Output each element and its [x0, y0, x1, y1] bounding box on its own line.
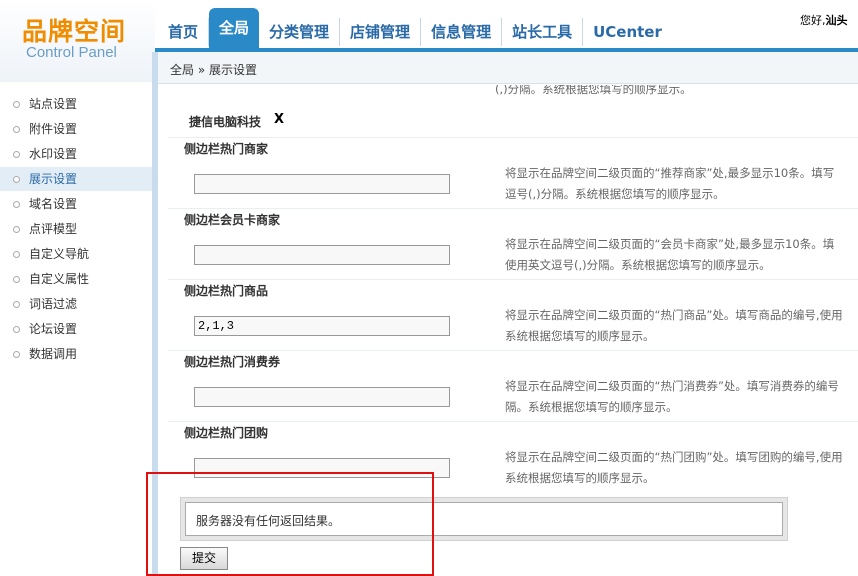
help-line: 将显示在品牌空间二级页面的“热门消费券”处。填写消费券的编号	[505, 379, 839, 393]
field-label: 侧边栏热门团购	[184, 426, 269, 440]
sidebar-item-label: 附件设置	[29, 122, 78, 136]
sidebar-item-review-model[interactable]: 点评模型	[0, 217, 152, 241]
sidebar-item-label: 论坛设置	[29, 322, 78, 336]
help-text: 将显示在品牌空间二级页面的“推荐商家”处,最多显示10条。填写 逗号(,)分隔。系…	[505, 163, 858, 205]
field-label: 侧边栏热门商家	[184, 142, 269, 156]
setting-row: 侧边栏会员卡商家 将显示在品牌空间二级页面的“会员卡商家”处,最多显示10条。填…	[168, 208, 858, 279]
sidebar-item-label: 站点设置	[29, 97, 78, 111]
sidebar-item-data-call[interactable]: 数据调用	[0, 342, 152, 366]
setting-row: 侧边栏热门团购 将显示在品牌空间二级页面的“热门团购”处。填写团购的编号,使用系…	[168, 421, 858, 492]
help-line: 将显示在品牌空间二级页面的“热门商品”处。填写商品的编号,使用	[505, 308, 843, 322]
header: 品牌空间 Control Panel 首页 全局 分类管理 店铺管理 信息管理 …	[0, 0, 858, 82]
submit-button[interactable]: 提交	[180, 547, 228, 570]
sidebar-item-attachment-settings[interactable]: 附件设置	[0, 117, 152, 141]
logo-subtitle: Control Panel	[26, 44, 117, 61]
setting-row: 侧边栏热门商家 将显示在品牌空间二级页面的“推荐商家”处,最多显示10条。填写逗…	[168, 137, 858, 208]
help-line: 系统根据您填写的顺序显示。	[505, 471, 655, 485]
sidebar-item-label: 自定义属性	[29, 272, 90, 286]
hot-coupons-input[interactable]	[194, 387, 450, 407]
help-line: 将显示在品牌空间二级页面的“推荐商家”处,最多显示10条。填写	[505, 166, 835, 180]
main-content: (,)分隔。系统根据您填写的顺序显示。 捷信电脑科技 X 侧边栏热门商家 将显示…	[158, 85, 858, 576]
logo-title: 品牌空间	[22, 17, 127, 46]
sidebar-item-site-settings[interactable]: 站点设置	[0, 92, 152, 116]
sidebar-item-watermark-settings[interactable]: 水印设置	[0, 142, 152, 166]
user-greeting: 您好,汕头	[800, 12, 848, 28]
sidebar-item-label: 展示设置	[29, 172, 78, 186]
top-nav: 首页 全局 分类管理 店铺管理 信息管理 站长工具 UCenter	[158, 8, 672, 48]
setting-row: 侧边栏热门商品 2,1,3 将显示在品牌空间二级页面的“热门商品”处。填写商品的…	[168, 279, 858, 350]
sidebar: 站点设置 附件设置 水印设置 展示设置 域名设置 点评模型 自定义导航 自定义属…	[0, 82, 152, 576]
help-line: 隔。系统根据您填写的顺序显示。	[505, 400, 678, 414]
breadcrumb: 全局 » 展示设置	[170, 63, 257, 77]
hot-merchants-input[interactable]	[194, 174, 450, 194]
bullet-icon	[13, 176, 20, 183]
hot-group-buy-input[interactable]	[194, 458, 450, 478]
help-line: 系统根据您填写的顺序显示。	[505, 329, 655, 343]
help-text-fragment: (,)分隔。系统根据您填写的顺序显示。	[495, 85, 692, 96]
sidebar-item-custom-attributes[interactable]: 自定义属性	[0, 267, 152, 291]
sidebar-item-word-filter[interactable]: 词语过滤	[0, 292, 152, 316]
result-panel: 服务器没有任何返回结果。	[180, 497, 788, 541]
selected-shop-tag: 捷信电脑科技	[189, 115, 262, 129]
sidebar-item-label: 数据调用	[29, 347, 78, 361]
help-text: 将显示在品牌空间二级页面的“热门团购”处。填写团购的编号,使用 系统根据您填写的顺…	[505, 447, 858, 489]
bullet-icon	[13, 301, 20, 308]
bullet-icon	[13, 226, 20, 233]
nav-ucenter[interactable]: UCenter	[583, 18, 672, 46]
help-text: 将显示在品牌空间二级页面的“会员卡商家”处,最多显示10条。填 使用英文逗号(,)…	[505, 234, 858, 276]
breadcrumb-bar: 全局 » 展示设置	[158, 52, 858, 84]
help-text: 将显示在品牌空间二级页面的“热门消费券”处。填写消费券的编号 隔。系统根据您填写的…	[505, 376, 858, 418]
sidebar-item-label: 自定义导航	[29, 247, 90, 261]
result-message: 服务器没有任何返回结果。	[185, 502, 783, 536]
sidebar-item-label: 域名设置	[29, 197, 78, 211]
bullet-icon	[13, 326, 20, 333]
sidebar-item-label: 词语过滤	[29, 297, 78, 311]
sidebar-item-custom-nav[interactable]: 自定义导航	[0, 242, 152, 266]
field-label: 侧边栏会员卡商家	[184, 213, 281, 227]
bullet-icon	[13, 126, 20, 133]
bullet-icon	[13, 151, 20, 158]
member-card-merchants-input[interactable]	[194, 245, 450, 265]
nav-shop-manage[interactable]: 店铺管理	[340, 18, 422, 46]
sidebar-item-forum-settings[interactable]: 论坛设置	[0, 317, 152, 341]
logo: 品牌空间 Control Panel	[0, 0, 155, 82]
nav-info-manage[interactable]: 信息管理	[421, 18, 503, 46]
help-line: 使用英文逗号(,)分隔。系统根据您填写的顺序显示。	[505, 258, 771, 272]
nav-global[interactable]: 全局	[209, 8, 260, 48]
field-label: 侧边栏热门消费券	[184, 355, 281, 369]
greeting-text: 您好,	[800, 14, 826, 27]
nav-category-manage[interactable]: 分类管理	[259, 18, 341, 46]
remove-tag-button[interactable]: X	[274, 112, 284, 127]
bullet-icon	[13, 101, 20, 108]
bullet-icon	[13, 276, 20, 283]
sidebar-item-domain-settings[interactable]: 域名设置	[0, 192, 152, 216]
user-name[interactable]: 汕头	[826, 14, 848, 27]
bullet-icon	[13, 251, 20, 258]
field-label: 侧边栏热门商品	[184, 284, 269, 298]
hot-products-input[interactable]: 2,1,3	[194, 316, 450, 336]
help-line: 将显示在品牌空间二级页面的“热门团购”处。填写团购的编号,使用	[505, 450, 843, 464]
sidebar-item-label: 点评模型	[29, 222, 78, 236]
help-line: 逗号(,)分隔。系统根据您填写的顺序显示。	[505, 187, 725, 201]
bullet-icon	[13, 351, 20, 358]
nav-home[interactable]: 首页	[158, 18, 210, 46]
bullet-icon	[13, 201, 20, 208]
help-text: 将显示在品牌空间二级页面的“热门商品”处。填写商品的编号,使用 系统根据您填写的顺…	[505, 305, 858, 347]
help-line: 将显示在品牌空间二级页面的“会员卡商家”处,最多显示10条。填	[505, 237, 835, 251]
sidebar-item-display-settings[interactable]: 展示设置	[0, 167, 152, 191]
setting-row: 侧边栏热门消费券 将显示在品牌空间二级页面的“热门消费券”处。填写消费券的编号隔…	[168, 350, 858, 421]
sidebar-item-label: 水印设置	[29, 147, 78, 161]
nav-webmaster-tools[interactable]: 站长工具	[502, 18, 584, 46]
